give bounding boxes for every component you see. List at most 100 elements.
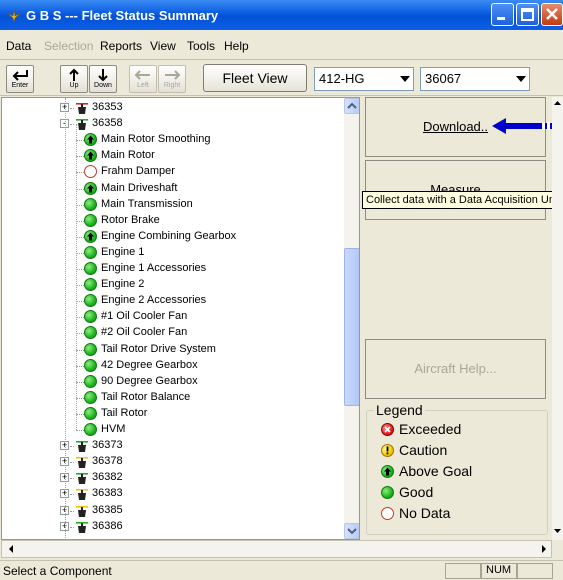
right-button[interactable]: Right [158,65,186,93]
aircraft-node[interactable]: +36383 [2,486,342,502]
aircraft-node[interactable]: +36385 [2,503,342,519]
up-button[interactable]: Up [60,65,88,93]
component-node[interactable]: 42 Degree Gearbox [2,358,342,374]
component-label: #2 Oil Cooler Fan [101,326,188,339]
component-label: Main Rotor [101,149,155,162]
component-node[interactable]: Main Rotor [2,148,342,164]
component-node[interactable]: Tail Rotor Drive System [2,342,342,358]
tree-connector [76,156,84,158]
scroll-left-icon[interactable] [4,541,18,557]
component-node[interactable]: Engine 2 Accessories [2,293,342,309]
aircraft-node[interactable]: +36382 [2,470,342,486]
down-label: Down [94,82,112,89]
app-bird-icon [6,9,22,23]
enter-button[interactable]: Enter [6,65,34,93]
scroll-up-button[interactable] [344,98,359,114]
scroll-right-icon[interactable] [537,541,551,557]
tree-connector [76,188,84,190]
component-label: Rotor Brake [101,213,160,226]
measure-button[interactable]: Measure [365,160,546,220]
close-button[interactable] [541,3,563,26]
tree-connector [76,204,84,206]
fleet-view-button[interactable]: Fleet View [203,64,307,92]
tail-number-combo[interactable]: 36067 [420,67,530,91]
aircraft-node[interactable]: +36353 [2,100,342,116]
component-node[interactable]: Engine Combining Gearbox [2,229,342,245]
aircraft-node[interactable]: +36386 [2,519,342,535]
component-node[interactable]: Tail Rotor Balance [2,390,342,406]
menu-reports[interactable]: Reports [100,39,142,53]
above-goal-icon [84,181,97,195]
tree-connector [76,236,84,238]
aircraft-label: 36378 [92,455,123,468]
legend-label: Above Goal [399,463,473,479]
component-label: #1 Oil Cooler Fan [101,310,188,323]
good-icon [84,197,97,211]
legend-label: Good [399,484,434,500]
aircraft-node[interactable]: -36358 [2,116,342,132]
component-label: Frahm Damper [101,165,175,178]
tree-connector [76,252,84,254]
scroll-thumb[interactable] [344,248,359,406]
helicopter-icon [76,103,88,114]
component-node[interactable]: #1 Oil Cooler Fan [2,309,342,325]
good-icon [381,486,394,499]
legend-title: Legend [374,402,425,418]
component-node[interactable]: Tail Rotor [2,406,342,422]
component-node[interactable]: HVM [2,422,342,438]
helicopter-icon [76,473,88,485]
right-vertical-scrollbar[interactable] [552,97,563,540]
close-icon [546,8,558,20]
menu-tools[interactable]: Tools [187,39,215,53]
horizontal-scrollbar[interactable] [1,540,552,558]
no-data-icon [381,507,394,520]
minimize-button[interactable] [491,3,514,26]
component-node[interactable]: Engine 1 [2,245,342,261]
component-node[interactable]: 90 Degree Gearbox [2,374,342,390]
menu-data[interactable]: Data [6,39,31,53]
maximize-button[interactable] [516,3,539,26]
component-node[interactable]: #2 Oil Cooler Fan [2,325,342,341]
menu-selection[interactable]: Selection [44,39,93,53]
down-arrow-icon [98,69,108,82]
down-button[interactable]: Down [89,65,117,93]
chevron-up-icon[interactable] [552,97,563,109]
aircraft-node[interactable]: +36378 [2,454,342,470]
above-goal-icon [84,149,97,163]
component-label: Main Rotor Smoothing [101,133,211,146]
tree-connector [70,510,74,512]
component-node[interactable]: Main Rotor Smoothing [2,132,342,148]
scroll-down-button[interactable] [344,523,359,539]
tree-connector [70,478,74,480]
tree-connector [76,301,84,303]
tail-number-value: 36067 [425,71,462,86]
chevron-down-icon[interactable] [552,525,563,537]
aircraft-node[interactable]: +36373 [2,438,342,454]
above-goal-icon [381,465,394,478]
component-node[interactable]: Main Driveshaft [2,181,342,197]
aircraft-type-combo[interactable]: 412-HG [314,67,414,91]
left-button[interactable]: Left [129,65,157,93]
aircraft-help-button[interactable]: Aircraft Help... [365,339,546,399]
component-node[interactable]: Main Transmission [2,197,342,213]
component-node[interactable]: Engine 2 [2,277,342,293]
menu-help[interactable]: Help [224,39,249,53]
action-pane: Download.. Measure Collect data with a D… [362,97,563,540]
component-tree[interactable]: +36353-36358 Main Rotor Smoothing Main Rot… [1,97,360,540]
chevron-up-icon [347,102,357,109]
component-node[interactable]: Frahm Damper [2,164,342,180]
good-icon [84,374,97,388]
aircraft-label: 36383 [92,487,123,500]
tree-connector [70,494,74,496]
tree-vertical-scrollbar[interactable] [344,98,359,539]
exceeded-icon [381,423,394,436]
tree-connector [70,108,74,109]
good-icon [84,326,97,340]
title-bar: G B S --- Fleet Status Summary [0,0,563,30]
component-node[interactable]: Rotor Brake [2,213,342,229]
component-label: Engine 1 [101,245,145,258]
component-node[interactable]: Engine 1 Accessories [2,261,342,277]
tree-connector [76,269,84,270]
menu-view[interactable]: View [150,39,176,53]
status-panel-empty [445,563,481,579]
